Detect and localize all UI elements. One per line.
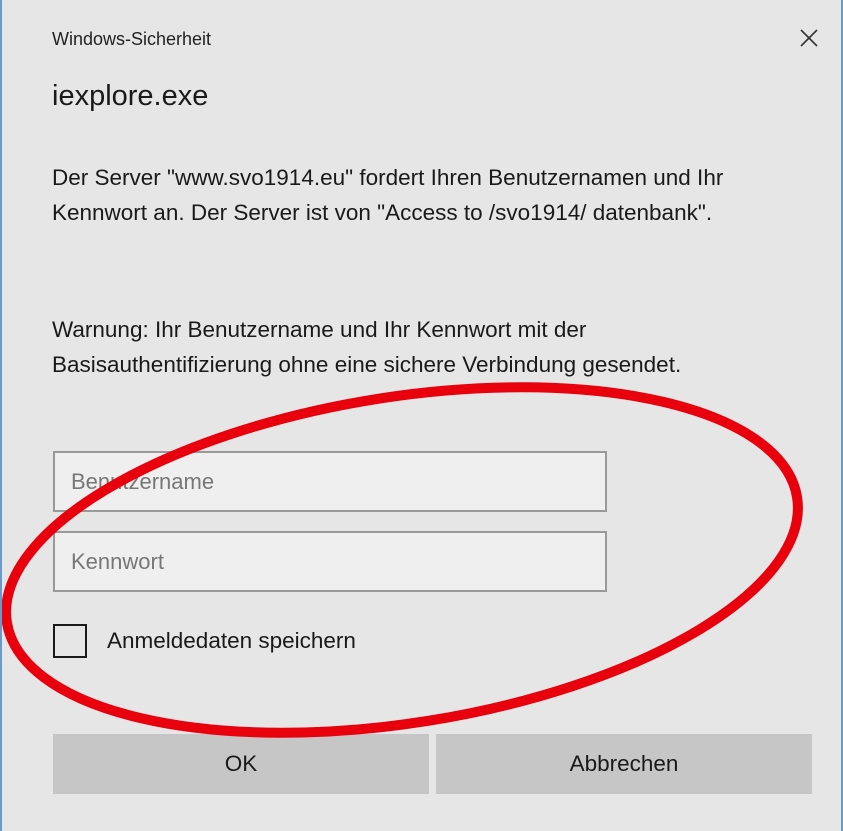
warning-message: Warnung: Ihr Benutzername und Ihr Kennwo… [52, 317, 682, 377]
app-name: iexplore.exe [52, 80, 209, 112]
password-field[interactable] [53, 531, 607, 592]
remember-label: Anmeldedaten speichern [107, 628, 356, 653]
remember-credentials[interactable]: Anmeldedaten speichern [53, 624, 356, 658]
ok-button[interactable]: OK [53, 734, 429, 794]
red-annotation-ellipse [2, 382, 803, 738]
security-dialog: Windows-Sicherheit iexplore.exe Der Serv… [0, 0, 843, 831]
server-message: Der Server "www.svo1914.eu" fordert Ihre… [52, 165, 724, 225]
close-button[interactable] [787, 18, 831, 58]
close-icon [800, 29, 818, 47]
window-title: Windows-Sicherheit [52, 29, 212, 49]
remember-checkbox[interactable] [53, 624, 87, 658]
cancel-button[interactable]: Abbrechen [436, 734, 812, 794]
username-field[interactable] [53, 451, 607, 512]
